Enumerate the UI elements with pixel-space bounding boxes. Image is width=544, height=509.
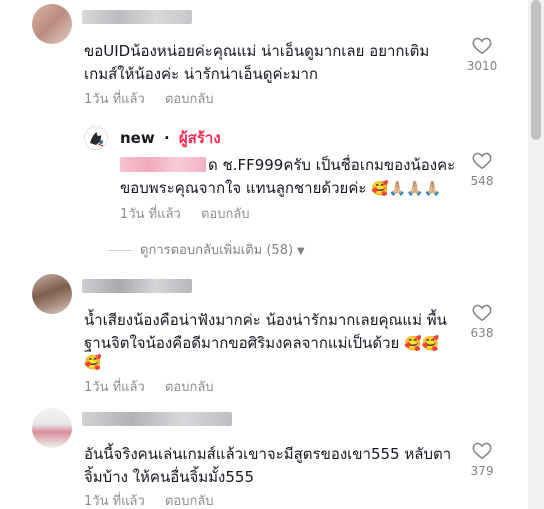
comment-meta: 1วัน ที่แล้ว ตอบกลับ [84,91,230,109]
mention-blurred[interactable] [120,157,206,172]
heart-icon [472,442,492,459]
reply-time: 1วัน ที่แล้ว [120,207,181,222]
like-button[interactable]: 379 [462,441,502,479]
heart-icon [472,304,492,321]
emoji-group: 🥰🙏🏼🙏🏼🙏🏼 [371,181,441,197]
reply-button[interactable]: ตอบกลับ [201,207,250,222]
view-more-replies-label: ดูการตอบกลับเพิ่มเติม (58) [140,243,294,258]
creator-badge: ผู้สร้าง [178,129,221,147]
comment-text: น้ำเสียงน้องคือน่าฟังมากค่ะ น้องน่ารักมา… [84,311,447,329]
like-count: 548 [470,174,494,188]
comment-text: อันนี้จริงคนเล่นเกมส์แล้วเขาจะมีสูตรของเ… [84,445,452,463]
creator-username[interactable]: new [120,129,155,147]
separator-dot: · [163,129,170,147]
comment-text: จิ้มบ้าง ให้คนอื่นจิ้มมั้ง555 [84,468,254,486]
like-count: 638 [470,326,494,340]
emoji-group: 🥰 [84,355,102,371]
emoji-group: 🥰🥰 [404,336,440,352]
divider-line [108,250,132,251]
reply-text: ขอบพระคุณจากใจ แทนลูกชายด้วยค่ะ 🥰🙏🏼🙏🏼🙏🏼 [120,177,441,200]
comment-text-line: ฐานจิตใจน้องคือดีมากขอศิริมงคลจากแม่เป็น… [84,334,400,352]
comment-text: ขอUIDน้องหน่อยค่ะคุณแม่ น่าเอ็นดูมากเลย … [84,42,430,60]
comment-text: ฐานจิตใจน้องคือดีมากขอศิริมงคลจากแม่เป็น… [84,332,439,355]
reply-meta: 1วัน ที่แล้ว ตอบกลับ [120,206,266,224]
view-more-replies-button[interactable]: ดูการตอบกลับเพิ่มเติม (58) ▼ [108,242,305,261]
username-blurred[interactable] [82,10,192,24]
avatar[interactable] [32,408,72,448]
reply-text: ด ช.FF999ครับ เป็นชื่อเกมของน้องคะ [208,156,456,174]
comment-meta: 1วัน ที่แล้ว ตอบกลับ [84,493,230,509]
comment-meta: 1วัน ที่แล้ว ตอบกลับ [84,379,230,397]
like-button[interactable]: 3010 [462,36,502,74]
heart-icon [472,152,492,169]
scrollbar-thumb[interactable] [531,0,541,140]
chevron-down-icon: ▼ [297,246,305,257]
like-button[interactable]: 548 [462,151,502,189]
reply-button[interactable]: ตอบกลับ [165,380,214,395]
comment-time: 1วัน ที่แล้ว [84,494,145,509]
creator-avatar[interactable] [84,126,108,150]
like-count: 379 [470,464,494,478]
reply-button[interactable]: ตอบกลับ [165,92,214,107]
comment-time: 1วัน ที่แล้ว [84,92,145,107]
comment-time: 1วัน ที่แล้ว [84,380,145,395]
like-button[interactable]: 638 [462,303,502,341]
heart-icon [472,37,492,54]
username-blurred[interactable] [82,412,232,426]
avatar[interactable] [32,274,72,314]
reply-text-line: ขอบพระคุณจากใจ แทนลูกชายด้วยค่ะ [120,179,367,197]
creator-header: new · ผู้สร้าง [120,128,221,148]
like-count: 3010 [466,59,498,73]
creator-avatar-icon [85,127,107,149]
reply-button[interactable]: ตอบกลับ [165,494,214,509]
avatar[interactable] [32,4,72,44]
comment-text: เกมส์ให้น้องค่ะ น่ารักน่าเอ็นดูค่ะมาก [84,65,319,83]
username-blurred[interactable] [82,279,192,293]
